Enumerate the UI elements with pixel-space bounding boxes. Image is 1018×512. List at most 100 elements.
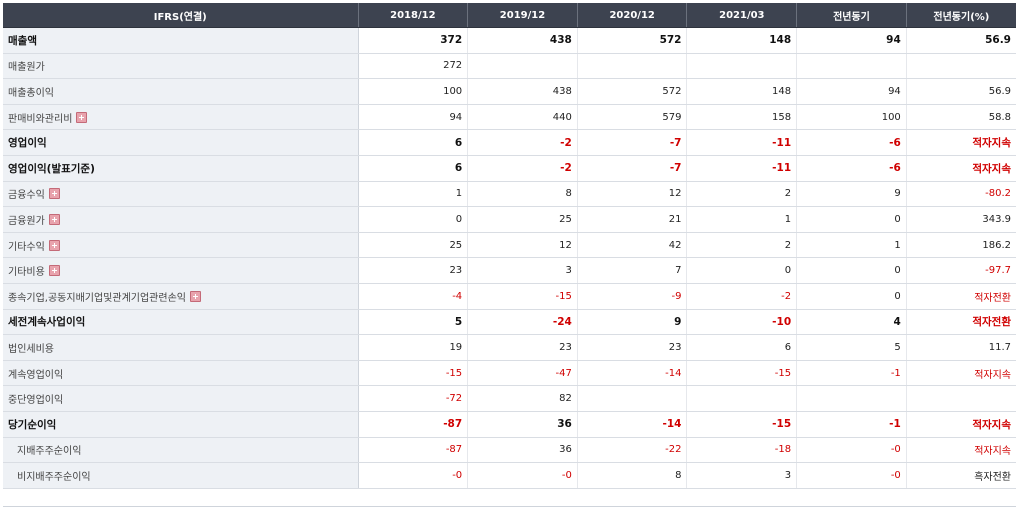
row-label: 매출액: [8, 34, 37, 47]
value-cell: -0: [358, 462, 469, 489]
value-cell: 572: [577, 27, 688, 54]
table-row: 중단영업이익 -72 82: [3, 385, 1016, 412]
value-cell: 572: [577, 78, 688, 105]
value-cell: [467, 53, 578, 80]
value-cell: [577, 53, 688, 80]
value-cell: -15: [467, 283, 578, 310]
header-2021-03: 2021/03: [686, 3, 798, 28]
value-cell: -11: [686, 129, 798, 156]
value-cell: 3: [467, 257, 578, 284]
value-cell: 1: [686, 206, 798, 233]
table-header: IFRS(연결) 2018/12 2019/12 2020/12 2021/03…: [3, 3, 1016, 28]
value-cell: -2: [686, 283, 798, 310]
value-cell: 56.9: [906, 27, 1016, 54]
value-cell: 3: [686, 462, 798, 489]
value-cell: 적자지속: [906, 129, 1016, 156]
value-cell: [686, 53, 798, 80]
expand-plus-icon[interactable]: [189, 290, 201, 302]
financial-summary-table: IFRS(연결) 2018/12 2019/12 2020/12 2021/03…: [3, 3, 1016, 489]
row-label: 매출원가: [8, 62, 45, 74]
value-cell: 158: [686, 104, 798, 131]
row-label-cell: 영업이익: [3, 129, 359, 156]
value-cell: -11: [686, 155, 798, 182]
table-row: 매출총이익 100 438 572 148 94 56.9: [3, 78, 1016, 105]
value-cell: 0: [796, 283, 907, 310]
value-cell: [796, 53, 907, 80]
table-row: 판매비와관리비 94 440 579 158 100 58.8: [3, 104, 1016, 131]
row-label: 법인세비용: [8, 343, 54, 355]
value-cell: 94: [796, 27, 907, 54]
value-cell: 0: [686, 257, 798, 284]
value-cell: 25: [467, 206, 578, 233]
table-row: 지배주주순이익 -87 36 -22 -18 -0 적자지속: [3, 437, 1016, 464]
expand-plus-icon[interactable]: [48, 239, 60, 251]
row-label: 당기순이익: [8, 418, 57, 431]
value-cell: 272: [358, 53, 469, 80]
row-label: 매출총이익: [8, 87, 54, 99]
header-ifrs[interactable]: IFRS(연결): [3, 3, 359, 28]
expand-plus-icon[interactable]: [48, 188, 60, 200]
value-cell: -2: [467, 155, 578, 182]
value-cell: -97.7: [906, 257, 1016, 284]
value-cell: 100: [358, 78, 469, 105]
table-row: 세전계속사업이익 5 -24 9 -10 4 적자전환: [3, 308, 1016, 336]
value-cell: 적자지속: [906, 360, 1016, 387]
row-label-cell: 종속기업,공동지배기업및관계기업관련손익: [3, 283, 359, 310]
table-row: 계속영업이익 -15 -47 -14 -15 -1 적자지속: [3, 360, 1016, 387]
value-cell: 148: [686, 27, 798, 54]
value-cell: -6: [796, 155, 907, 182]
value-cell: [686, 385, 798, 412]
table-row: 비지배주주순이익 -0 -0 8 3 -0 흑자전환: [3, 462, 1016, 489]
value-cell: -15: [686, 360, 798, 387]
row-label: 판매비와관리비: [8, 113, 73, 125]
row-label-cell: 중단영업이익: [3, 385, 359, 412]
row-label: 지배주주순이익: [17, 446, 82, 458]
value-cell: 적자지속: [906, 155, 1016, 182]
value-cell: -4: [358, 283, 469, 310]
value-cell: 1: [358, 181, 469, 208]
value-cell: [796, 385, 907, 412]
value-cell: 11.7: [906, 334, 1016, 361]
row-label: 종속기업,공동지배기업및관계기업관련손익: [8, 292, 186, 304]
table-row: 기타수익 25 12 42 2 1 186.2: [3, 232, 1016, 259]
value-cell: -18: [686, 437, 798, 464]
row-label-cell: 계속영업이익: [3, 360, 359, 387]
value-cell: 적자전환: [906, 283, 1016, 310]
value-cell: 438: [467, 27, 578, 54]
row-label: 중단영업이익: [8, 395, 64, 407]
row-label-cell: 기타비용: [3, 257, 359, 284]
value-cell: 579: [577, 104, 688, 131]
table-row: 기타비용 23 3 7 0 0 -97.7: [3, 257, 1016, 284]
expand-plus-icon[interactable]: [48, 213, 60, 225]
row-label-cell: 영업이익(발표기준): [3, 155, 359, 182]
value-cell: -47: [467, 360, 578, 387]
row-label-cell: 법인세비용: [3, 334, 359, 361]
value-cell: -87: [358, 411, 469, 438]
expand-plus-icon[interactable]: [48, 265, 60, 277]
header-2019-12: 2019/12: [467, 3, 578, 28]
table-row: 금융원가 0 25 21 1 0 343.9: [3, 206, 1016, 233]
row-label: 금융수익: [8, 190, 45, 202]
value-cell: -15: [686, 411, 798, 438]
value-cell: 2: [686, 232, 798, 259]
row-label-cell: 금융원가: [3, 206, 359, 233]
table-row: 영업이익 6 -2 -7 -11 -6 적자지속: [3, 129, 1016, 156]
row-label-cell: 세전계속사업이익: [3, 308, 359, 336]
value-cell: 440: [467, 104, 578, 131]
value-cell: -14: [577, 411, 688, 438]
row-label-cell: 매출총이익: [3, 78, 359, 105]
value-cell: 6: [358, 129, 469, 156]
value-cell: 7: [577, 257, 688, 284]
value-cell: -10: [686, 308, 798, 336]
value-cell: -80.2: [906, 181, 1016, 208]
value-cell: 94: [796, 78, 907, 105]
table-body: 매출액 372 438 572 148 94 56.9 매출원가 272 매출총이익 100 438 5…: [3, 27, 1016, 489]
value-cell: -87: [358, 437, 469, 464]
value-cell: -24: [467, 308, 578, 336]
financial-table-container: IFRS(연결) 2018/12 2019/12 2020/12 2021/03…: [3, 3, 1016, 489]
bottom-divider: [3, 506, 1016, 507]
value-cell: 23: [577, 334, 688, 361]
value-cell: 42: [577, 232, 688, 259]
value-cell: 0: [796, 206, 907, 233]
expand-plus-icon[interactable]: [76, 111, 88, 123]
